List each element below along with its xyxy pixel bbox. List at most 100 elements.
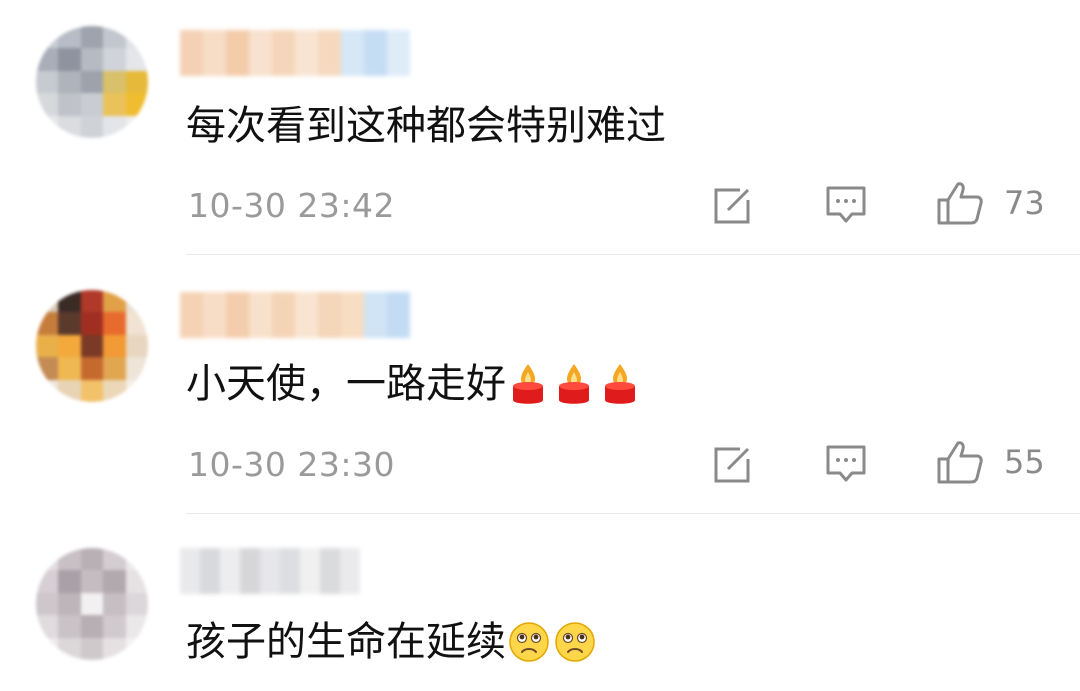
avatar-mosaic-tile <box>125 592 148 616</box>
avatar[interactable] <box>36 290 148 402</box>
username-mosaic-tile <box>203 292 226 338</box>
avatar-mosaic-tile <box>80 592 104 616</box>
avatar-mosaic-tile <box>125 548 148 571</box>
avatar-mosaic-tile <box>80 570 104 593</box>
username-mosaic-tile <box>320 548 340 594</box>
avatar-mosaic-tile <box>80 290 104 313</box>
comment-bubble-icon <box>826 186 866 223</box>
candle-icon <box>559 364 589 404</box>
avatar-mosaic-tile <box>125 637 148 660</box>
avatar-mosaic-tile <box>36 26 59 49</box>
avatar[interactable] <box>36 548 148 660</box>
avatar-mosaic-tile <box>58 570 81 593</box>
avatar-mosaic-tile <box>103 48 126 71</box>
avatar-mosaic-tile <box>103 637 126 660</box>
avatar-mosaic-tile <box>58 592 81 616</box>
avatar-mosaic-tile <box>103 592 126 616</box>
avatar-mosaic-tile <box>125 48 148 71</box>
avatar-mosaic-tile <box>36 548 59 571</box>
avatar-mosaic-tile <box>58 637 81 660</box>
username-mosaic-tile <box>364 292 387 338</box>
username-mosaic-tile <box>340 548 360 594</box>
avatar-mosaic-tile <box>58 290 81 313</box>
reply-button[interactable] <box>824 443 868 485</box>
username-mosaic-tile <box>387 30 410 76</box>
avatar-mosaic-tile <box>80 26 104 49</box>
like-button[interactable]: 73 <box>936 180 1045 226</box>
avatar-mosaic-tile <box>36 357 59 380</box>
username-mosaic-tile <box>318 292 341 338</box>
username-mosaic-tile <box>180 30 203 76</box>
avatar-mosaic-tile <box>36 93 59 116</box>
divider <box>186 513 1080 514</box>
like-button[interactable]: 55 <box>936 439 1045 485</box>
avatar-mosaic-tile <box>125 357 148 380</box>
username-mosaic-tile <box>226 292 249 338</box>
avatar-mosaic-tile <box>125 570 148 593</box>
avatar-mosaic-tile <box>80 615 104 638</box>
username-mosaic-tile <box>364 30 387 76</box>
emoji-group <box>508 362 646 406</box>
avatar-mosaic-tile <box>80 312 104 335</box>
like-count: 55 <box>1004 443 1045 481</box>
username-mosaic-tile <box>226 30 249 76</box>
avatar-mosaic-tile <box>80 115 104 138</box>
username-mosaic-tile <box>272 292 295 338</box>
username-mosaic-tile <box>318 30 341 76</box>
username-mosaic-tile <box>180 292 203 338</box>
avatar-mosaic-tile <box>36 379 59 402</box>
avatar-mosaic-tile <box>58 70 81 94</box>
avatar-mosaic-tile <box>80 548 104 571</box>
avatar-mosaic-tile <box>80 93 104 116</box>
repost-button[interactable] <box>710 184 754 228</box>
avatar-mosaic-tile <box>103 570 126 593</box>
avatar-mosaic-tile <box>125 379 148 402</box>
avatar-mosaic-tile <box>36 48 59 71</box>
avatar-mosaic-tile <box>36 334 59 358</box>
comment-body: 小天使，一路走好 <box>186 361 506 407</box>
username-mosaic-tile <box>280 548 300 594</box>
username-mosaic-tile <box>300 548 320 594</box>
avatar-mosaic-tile <box>103 70 126 94</box>
avatar-mosaic-tile <box>103 379 126 402</box>
username-mosaic-tile <box>240 548 260 594</box>
avatar-mosaic-tile <box>58 334 81 358</box>
avatar-mosaic-tile <box>80 70 104 94</box>
avatar-mosaic-tile <box>58 312 81 335</box>
username-blurred[interactable] <box>180 292 410 338</box>
username-mosaic-tile <box>200 548 220 594</box>
avatar-mosaic-tile <box>36 615 59 638</box>
comment-timestamp: 10-30 23:42 <box>188 186 395 225</box>
comment-text: 小天使，一路走好 <box>186 358 646 410</box>
avatar-mosaic-tile <box>36 70 59 94</box>
comment-body: 孩子的生命在延续 <box>186 619 506 665</box>
username-mosaic-tile <box>249 30 272 76</box>
avatar-mosaic-tile <box>80 334 104 358</box>
avatar-mosaic-tile <box>36 312 59 335</box>
comment-bubble-icon <box>826 445 866 482</box>
avatar[interactable] <box>36 26 148 138</box>
repost-button[interactable] <box>710 443 754 487</box>
username-mosaic-tile <box>341 30 364 76</box>
comment-body: 每次看到这种都会特别难过 <box>186 103 666 149</box>
username-mosaic-tile <box>387 292 410 338</box>
avatar-mosaic-tile <box>125 93 148 116</box>
emoji-group <box>508 621 600 663</box>
username-blurred[interactable] <box>180 548 360 594</box>
avatar-mosaic-tile <box>125 290 148 313</box>
username-blurred[interactable] <box>180 30 410 76</box>
avatar-mosaic-tile <box>58 379 81 402</box>
avatar-mosaic-tile <box>125 312 148 335</box>
avatar-mosaic-tile <box>80 379 104 402</box>
comment-timestamp: 10-30 23:30 <box>188 445 395 484</box>
share-edit-icon <box>714 188 750 224</box>
avatar-mosaic-tile <box>103 26 126 49</box>
avatar-mosaic-tile <box>103 312 126 335</box>
username-mosaic-tile <box>203 30 226 76</box>
username-mosaic-tile <box>220 548 240 594</box>
reply-button[interactable] <box>824 184 868 226</box>
avatar-mosaic-tile <box>103 93 126 116</box>
share-edit-icon <box>714 447 750 483</box>
avatar-mosaic-tile <box>58 26 81 49</box>
avatar-mosaic-tile <box>58 357 81 380</box>
